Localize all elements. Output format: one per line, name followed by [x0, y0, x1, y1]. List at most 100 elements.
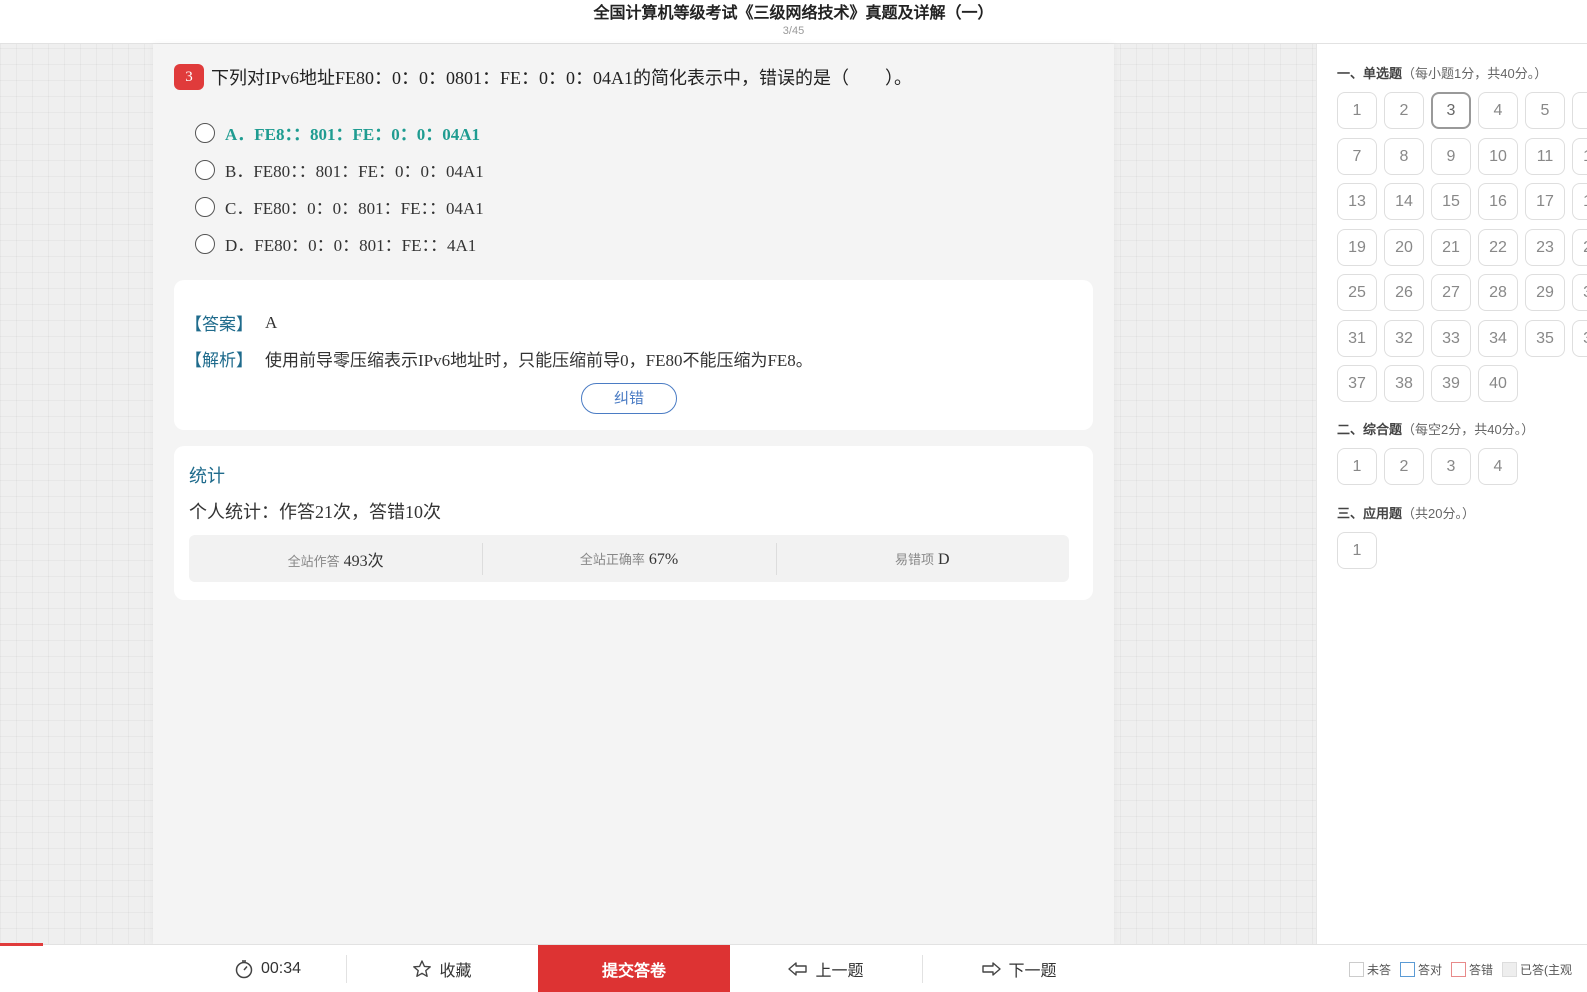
- site-attempts-value: 493次: [343, 552, 384, 570]
- option-d[interactable]: D．FE80：0：0：801：FE：：4A1: [195, 225, 484, 262]
- radio-icon[interactable]: [195, 159, 215, 180]
- site-accuracy-label: 全站正确率: [579, 551, 645, 567]
- option-a[interactable]: A．FE8：：801：FE：0：0：04A1: [195, 114, 484, 151]
- single-question-button-4[interactable]: 4: [1478, 92, 1518, 129]
- analysis-text: 使用前导零压缩表示IPv6地址时，只能压缩前导0，FE80不能压缩为FE8。: [265, 351, 813, 370]
- single-question-button-35[interactable]: 35: [1525, 319, 1565, 357]
- single-question-button-20[interactable]: 20: [1384, 228, 1424, 266]
- arrow-left-icon: [788, 962, 808, 976]
- single-question-button-33[interactable]: 33: [1431, 319, 1471, 357]
- common-wrong: 易错项 D: [775, 542, 1069, 575]
- single-question-button-31[interactable]: 31: [1337, 319, 1377, 357]
- single-question-button-8[interactable]: 8: [1384, 137, 1424, 175]
- question-text: 下列对IPv6地址FE80：0：0：0801：FE：0：0：04A1的简化表示中…: [211, 68, 913, 88]
- single-question-button-1[interactable]: 1: [1337, 92, 1377, 129]
- single-question-button-40[interactable]: 40: [1478, 365, 1518, 402]
- single-question-button-17[interactable]: 17: [1525, 183, 1565, 220]
- single-question-button-19[interactable]: 19: [1337, 228, 1377, 266]
- answer-tag: 【答案】: [185, 315, 253, 334]
- application-question-button-1[interactable]: 1: [1337, 532, 1377, 569]
- legend-wrong: 答错: [1451, 961, 1493, 978]
- single-question-button-2[interactable]: 2: [1384, 92, 1424, 129]
- comprehensive-question-button-4[interactable]: 4: [1478, 448, 1518, 485]
- legend-swatch: [1451, 961, 1467, 977]
- question-counter: 3/45: [782, 25, 805, 37]
- site-accuracy: 全站正确率 67%: [482, 542, 775, 575]
- answer-sheet-sidebar: 一、单选题（每小题1分，共40分。） 123456789101112131415…: [1316, 44, 1587, 944]
- option-label: C．FE80：0：0：801：FE：：04A1: [225, 199, 484, 218]
- single-question-button-25[interactable]: 25: [1337, 274, 1377, 311]
- section-title-application: 三、应用题（共20分。）: [1337, 506, 1475, 521]
- common-wrong-value: D: [938, 550, 950, 568]
- radio-icon[interactable]: [195, 196, 215, 217]
- timer-text: 00:34: [260, 960, 302, 977]
- prev-question-button[interactable]: 上一题: [730, 945, 922, 992]
- single-question-button-24[interactable]: 24: [1572, 228, 1587, 266]
- personal-stats: 个人统计：作答21次，答错10次: [189, 502, 441, 522]
- comprehensive-question-button-2[interactable]: 2: [1384, 448, 1424, 485]
- single-question-button-3[interactable]: 3: [1431, 92, 1471, 129]
- top-bar: 全国计算机等级考试《三级网络技术》真题及详解（一） 3/45: [0, 0, 1587, 44]
- single-question-button-22[interactable]: 22: [1478, 228, 1518, 266]
- single-question-button-39[interactable]: 39: [1431, 365, 1471, 402]
- analysis-row: 【解析】 使用前导零压缩表示IPv6地址时，只能压缩前导0，FE80不能压缩为F…: [185, 346, 813, 371]
- single-question-button-10[interactable]: 10: [1478, 137, 1518, 175]
- options-list: A．FE8：：801：FE：0：0：04A1 B．FE80：：801：FE：0：…: [195, 114, 484, 262]
- bottom-bar: 00:34 收藏 提交答卷 上一题 下一题 未答 答对 答错 已答(主观: [0, 943, 1587, 992]
- submit-exam-button[interactable]: 提交答卷: [538, 945, 730, 992]
- radio-icon[interactable]: [195, 233, 215, 254]
- question-header: 3 下列对IPv6地址FE80：0：0：0801：FE：0：0：04A1的简化表…: [174, 64, 1094, 90]
- legend-answered-subjective: 已答(主观: [1502, 961, 1572, 978]
- single-question-button-23[interactable]: 23: [1525, 228, 1565, 266]
- single-question-button-30[interactable]: 30: [1572, 274, 1587, 311]
- legend-swatch: [1349, 961, 1364, 977]
- site-attempts-label: 全站作答: [287, 553, 340, 569]
- single-question-button-28[interactable]: 28: [1478, 274, 1518, 311]
- answer-row: 【答案】 A: [185, 310, 277, 335]
- report-error-button[interactable]: 纠错: [581, 383, 677, 414]
- common-wrong-label: 易错项: [895, 551, 935, 567]
- site-attempts: 全站作答 493次: [189, 547, 482, 571]
- section-title-single-choice: 一、单选题（每小题1分，共40分。）: [1337, 66, 1548, 81]
- single-question-button-38[interactable]: 38: [1384, 365, 1424, 402]
- single-question-button-13[interactable]: 13: [1337, 183, 1377, 220]
- option-label: B．FE80：：801：FE：0：0：04A1: [225, 162, 484, 181]
- single-question-button-6[interactable]: 6: [1572, 92, 1587, 129]
- single-question-button-18[interactable]: 18: [1572, 183, 1587, 220]
- comprehensive-question-button-1[interactable]: 1: [1337, 448, 1377, 485]
- single-question-button-5[interactable]: 5: [1525, 92, 1565, 129]
- stopwatch-icon: [235, 960, 253, 979]
- single-question-button-34[interactable]: 34: [1478, 319, 1518, 357]
- site-accuracy-value: 67%: [648, 550, 679, 568]
- prev-label: 上一题: [815, 963, 864, 980]
- single-question-button-32[interactable]: 32: [1384, 319, 1424, 357]
- single-question-button-16[interactable]: 16: [1478, 183, 1518, 220]
- option-c[interactable]: C．FE80：0：0：801：FE：：04A1: [195, 188, 484, 225]
- favorite-button[interactable]: 收藏: [347, 945, 537, 992]
- single-question-button-37[interactable]: 37: [1337, 365, 1377, 402]
- legend-swatch: [1400, 961, 1416, 977]
- single-question-button-12[interactable]: 12: [1572, 137, 1587, 175]
- arrow-right-icon: [982, 962, 1002, 976]
- section-title-comprehensive: 二、综合题（每空2分，共40分。）: [1337, 422, 1535, 437]
- option-b[interactable]: B．FE80：：801：FE：0：0：04A1: [195, 151, 484, 188]
- progress-bar: [0, 943, 43, 946]
- single-question-button-14[interactable]: 14: [1384, 183, 1424, 220]
- next-label: 下一题: [1008, 963, 1057, 980]
- radio-icon[interactable]: [195, 122, 215, 143]
- comprehensive-question-button-3[interactable]: 3: [1431, 448, 1471, 485]
- single-question-button-36[interactable]: 36: [1572, 319, 1587, 357]
- option-label: A．FE8：：801：FE：0：0：04A1: [225, 125, 480, 144]
- stats-card: 统计 个人统计：作答21次，答错10次 全站作答 493次 全站正确率 67% 易错…: [174, 446, 1093, 600]
- analysis-tag: 【解析】: [185, 351, 253, 370]
- question-number-badge: 3: [174, 64, 204, 90]
- single-question-button-15[interactable]: 15: [1431, 183, 1471, 220]
- single-question-button-11[interactable]: 11: [1525, 137, 1565, 175]
- single-question-button-9[interactable]: 9: [1431, 137, 1471, 175]
- single-question-button-27[interactable]: 27: [1431, 274, 1471, 311]
- single-question-button-21[interactable]: 21: [1431, 228, 1471, 266]
- next-question-button[interactable]: 下一题: [923, 945, 1115, 992]
- single-question-button-29[interactable]: 29: [1525, 274, 1565, 311]
- single-question-button-7[interactable]: 7: [1337, 137, 1377, 175]
- single-question-button-26[interactable]: 26: [1384, 274, 1424, 311]
